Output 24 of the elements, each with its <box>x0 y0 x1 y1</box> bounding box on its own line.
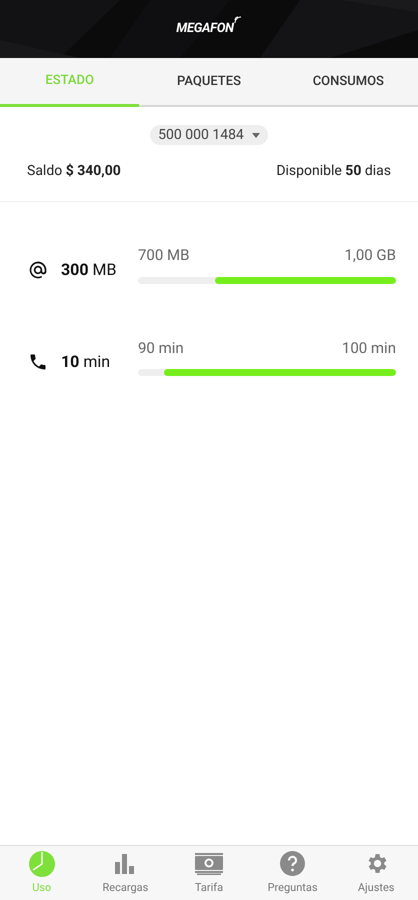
balance-text: Saldo $ 340,00 <box>27 162 121 181</box>
nav-item[interactable]: Recargas <box>84 846 168 900</box>
banknote-icon <box>194 852 223 874</box>
validity-text: Disponible 50 dias <box>276 162 391 181</box>
help-icon <box>280 851 306 876</box>
tab[interactable]: PAQUETES <box>139 58 279 105</box>
phone-icon <box>28 352 48 372</box>
usage-amount: 10 min <box>61 351 110 374</box>
remaining-text: 90 min <box>138 338 184 358</box>
tab[interactable]: CONSUMOS <box>278 58 418 105</box>
total-text: 1,00 GB <box>344 245 396 266</box>
at-sign-icon <box>28 260 48 280</box>
signal-icon <box>234 15 242 24</box>
nav-item[interactable]: Tarifa <box>167 846 251 900</box>
usage-amount: 300 MB <box>61 258 116 281</box>
logo: MEGAFON <box>176 20 234 38</box>
nav-item[interactable]: Ajustes <box>334 846 418 900</box>
remaining-text: 700 MB <box>138 245 190 266</box>
bar-chart-icon <box>114 854 136 874</box>
total-text: 100 min <box>342 338 396 358</box>
nav-item[interactable]: Preguntas <box>250 846 334 900</box>
line-selector[interactable]: 500 000 1484 <box>150 125 268 145</box>
pie-chart-icon <box>28 850 55 876</box>
caret-icon <box>252 132 260 138</box>
